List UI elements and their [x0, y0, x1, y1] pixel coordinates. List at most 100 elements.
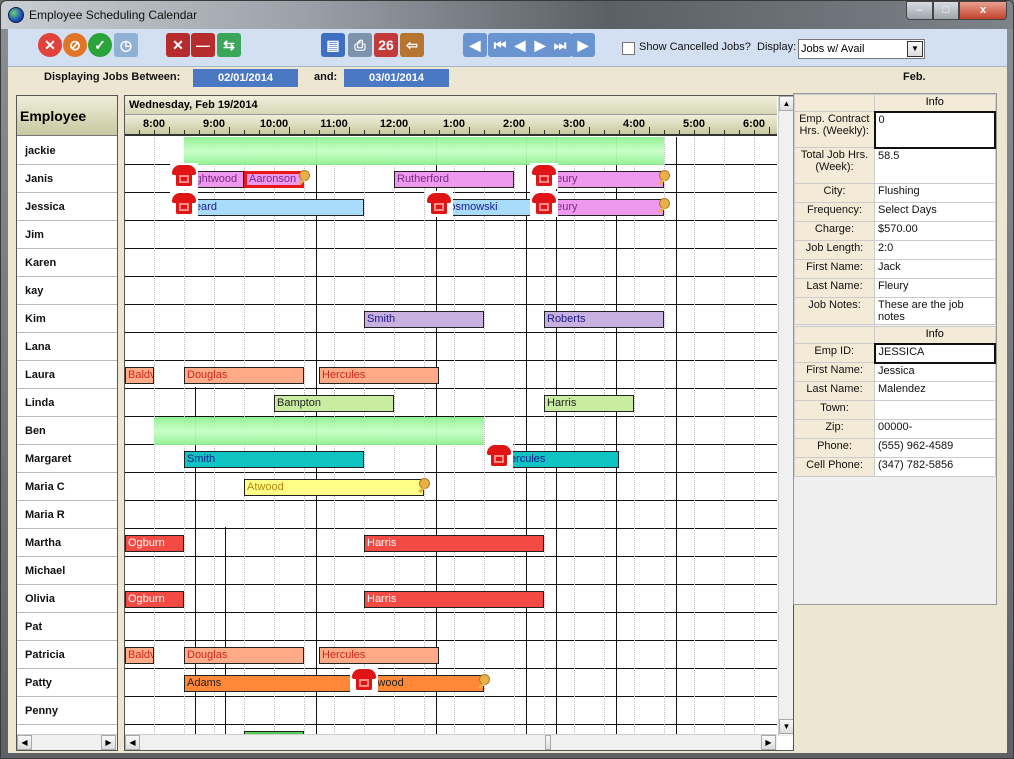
show-cancelled-checkbox[interactable] [622, 42, 635, 55]
employee-row[interactable]: Jim [17, 221, 117, 249]
print-icon[interactable]: ⎙ [348, 33, 372, 57]
info-value[interactable]: Fleury [874, 278, 996, 298]
job-block[interactable]: Fleury [544, 171, 664, 188]
availability-block[interactable] [154, 417, 484, 445]
ruler-tick [514, 130, 515, 134]
employee-row[interactable]: Patty [17, 669, 117, 697]
job-block[interactable]: Douglas [184, 367, 304, 384]
timeline-hscrollbar[interactable]: ◀ ▶ [125, 734, 777, 750]
job-block[interactable]: Fleury [544, 199, 664, 216]
scroll-left-icon[interactable]: ◀ [17, 735, 32, 750]
employee-row[interactable]: Olivia [17, 585, 117, 613]
remove-calendar-icon[interactable]: — [191, 33, 215, 57]
info-value[interactable]: These are the job notes [874, 297, 996, 325]
no-show-icon[interactable]: ⊘ [63, 33, 87, 57]
maximize-button[interactable]: □ [933, 1, 959, 20]
scroll-thumb[interactable] [545, 735, 551, 750]
employee-hscrollbar[interactable]: ◀ ▶ [17, 734, 117, 750]
employee-row[interactable]: Kim [17, 305, 117, 333]
employee-row[interactable]: Martha [17, 529, 117, 557]
confirm-job-icon[interactable]: ✓ [88, 33, 112, 57]
job-block[interactable]: Ogburn [125, 591, 184, 608]
employee-row[interactable]: Karen [17, 249, 117, 277]
calendar-day-icon[interactable]: 26 [374, 33, 398, 57]
app-window: Employee Scheduling Calendar – □ x ✕ ⊘ ✓ ◷ ✕… [0, 0, 1014, 759]
info-value[interactable] [874, 400, 996, 420]
employee-row[interactable]: Patricia [17, 641, 117, 669]
info-value[interactable]: (347) 782-5856 [874, 457, 996, 477]
employee-row[interactable]: Ben [17, 417, 117, 445]
chevron-down-icon[interactable]: ▼ [907, 41, 923, 57]
info-value[interactable]: 2:0 [874, 240, 996, 260]
scroll-down-icon[interactable]: ▼ [779, 719, 793, 734]
info-value[interactable]: 58.5 [874, 147, 996, 184]
employee-row[interactable]: Maria C [17, 473, 117, 501]
display-select[interactable]: Jobs w/ Avail ▼ [798, 39, 925, 59]
scroll-right-icon[interactable]: ▶ [761, 735, 776, 750]
info-value[interactable]: (555) 962-4589 [874, 438, 996, 458]
start-date-field[interactable]: 02/01/2014 [193, 69, 298, 87]
info-value[interactable]: Jack [874, 259, 996, 279]
employee-row[interactable]: Michael [17, 557, 117, 585]
employee-row[interactable]: Margaret [17, 445, 117, 473]
next-month-icon[interactable]: ▶ [571, 33, 595, 57]
info-value[interactable]: 00000- [874, 419, 996, 439]
scroll-left-icon[interactable]: ◀ [125, 735, 140, 750]
job-block[interactable]: Roberts [544, 311, 664, 328]
cancel-job-icon[interactable]: ✕ [38, 33, 62, 57]
job-block[interactable]: Rutherford [394, 171, 514, 188]
minimize-button[interactable]: – [906, 1, 933, 20]
ruler-tick [619, 130, 620, 134]
last-icon[interactable]: ⏭ [548, 33, 572, 57]
info-value[interactable]: $570.00 [874, 221, 996, 241]
info-value[interactable]: Jessica [874, 362, 996, 382]
scroll-right-icon[interactable]: ▶ [101, 735, 116, 750]
info-value[interactable]: Select Days [874, 202, 996, 222]
job-block[interactable]: Hercules [499, 451, 619, 468]
job-block[interactable]: Hercules [319, 367, 439, 384]
employee-row[interactable]: Jessica [17, 193, 117, 221]
employee-row[interactable]: jackie [17, 137, 117, 165]
job-block[interactable]: Heard [184, 199, 364, 216]
job-block[interactable]: Adams [184, 675, 364, 692]
job-block[interactable]: Baldv [125, 647, 154, 664]
hour-gridline [694, 137, 695, 737]
job-block[interactable]: Bampton [274, 395, 394, 412]
job-block[interactable]: Harris [364, 535, 544, 552]
employee-row[interactable]: Linda [17, 389, 117, 417]
job-block[interactable]: Atwood [364, 675, 484, 692]
info-value[interactable]: Malendez [874, 381, 996, 401]
info-value[interactable]: 0 [873, 110, 996, 149]
close-button[interactable]: x [959, 1, 1007, 20]
timeline-vscrollbar[interactable]: ▲ ▼ [778, 96, 793, 736]
job-block[interactable]: Smith [184, 451, 364, 468]
reassign-employee-icon[interactable]: ⇆ [217, 33, 241, 57]
employee-row[interactable]: Laura [17, 361, 117, 389]
availability-block[interactable] [184, 137, 664, 165]
employee-row[interactable]: Janis [17, 165, 117, 193]
job-block[interactable]: Atwood [244, 479, 424, 496]
job-block[interactable]: Harris [364, 591, 544, 608]
exit-door-icon[interactable]: ⇦ [400, 33, 424, 57]
info-value[interactable]: Flushing [874, 183, 996, 203]
job-block[interactable]: Hercules [319, 647, 439, 664]
job-block[interactable]: Ogburn [125, 535, 184, 552]
report-icon[interactable]: ▤ [321, 33, 345, 57]
previous-month-icon[interactable]: ◀ [463, 33, 487, 57]
employee-row[interactable]: Penny [17, 697, 117, 725]
job-block[interactable]: Aaronson [244, 171, 304, 188]
employee-row[interactable]: Pat [17, 613, 117, 641]
job-block[interactable]: Douglas [184, 647, 304, 664]
scroll-up-icon[interactable]: ▲ [779, 96, 793, 111]
end-date-field[interactable]: 03/01/2014 [344, 69, 449, 87]
job-block[interactable]: Harris [544, 395, 634, 412]
employee-row[interactable]: Maria R [17, 501, 117, 529]
ruler-tick [709, 127, 710, 134]
job-block[interactable]: Smith [364, 311, 484, 328]
schedule-clock-icon[interactable]: ◷ [114, 33, 138, 57]
job-block[interactable]: Baldv [125, 367, 154, 384]
delete-calendar-icon[interactable]: ✕ [166, 33, 190, 57]
info-value[interactable]: JESSICA [873, 342, 996, 364]
employee-row[interactable]: kay [17, 277, 117, 305]
employee-row[interactable]: Lana [17, 333, 117, 361]
